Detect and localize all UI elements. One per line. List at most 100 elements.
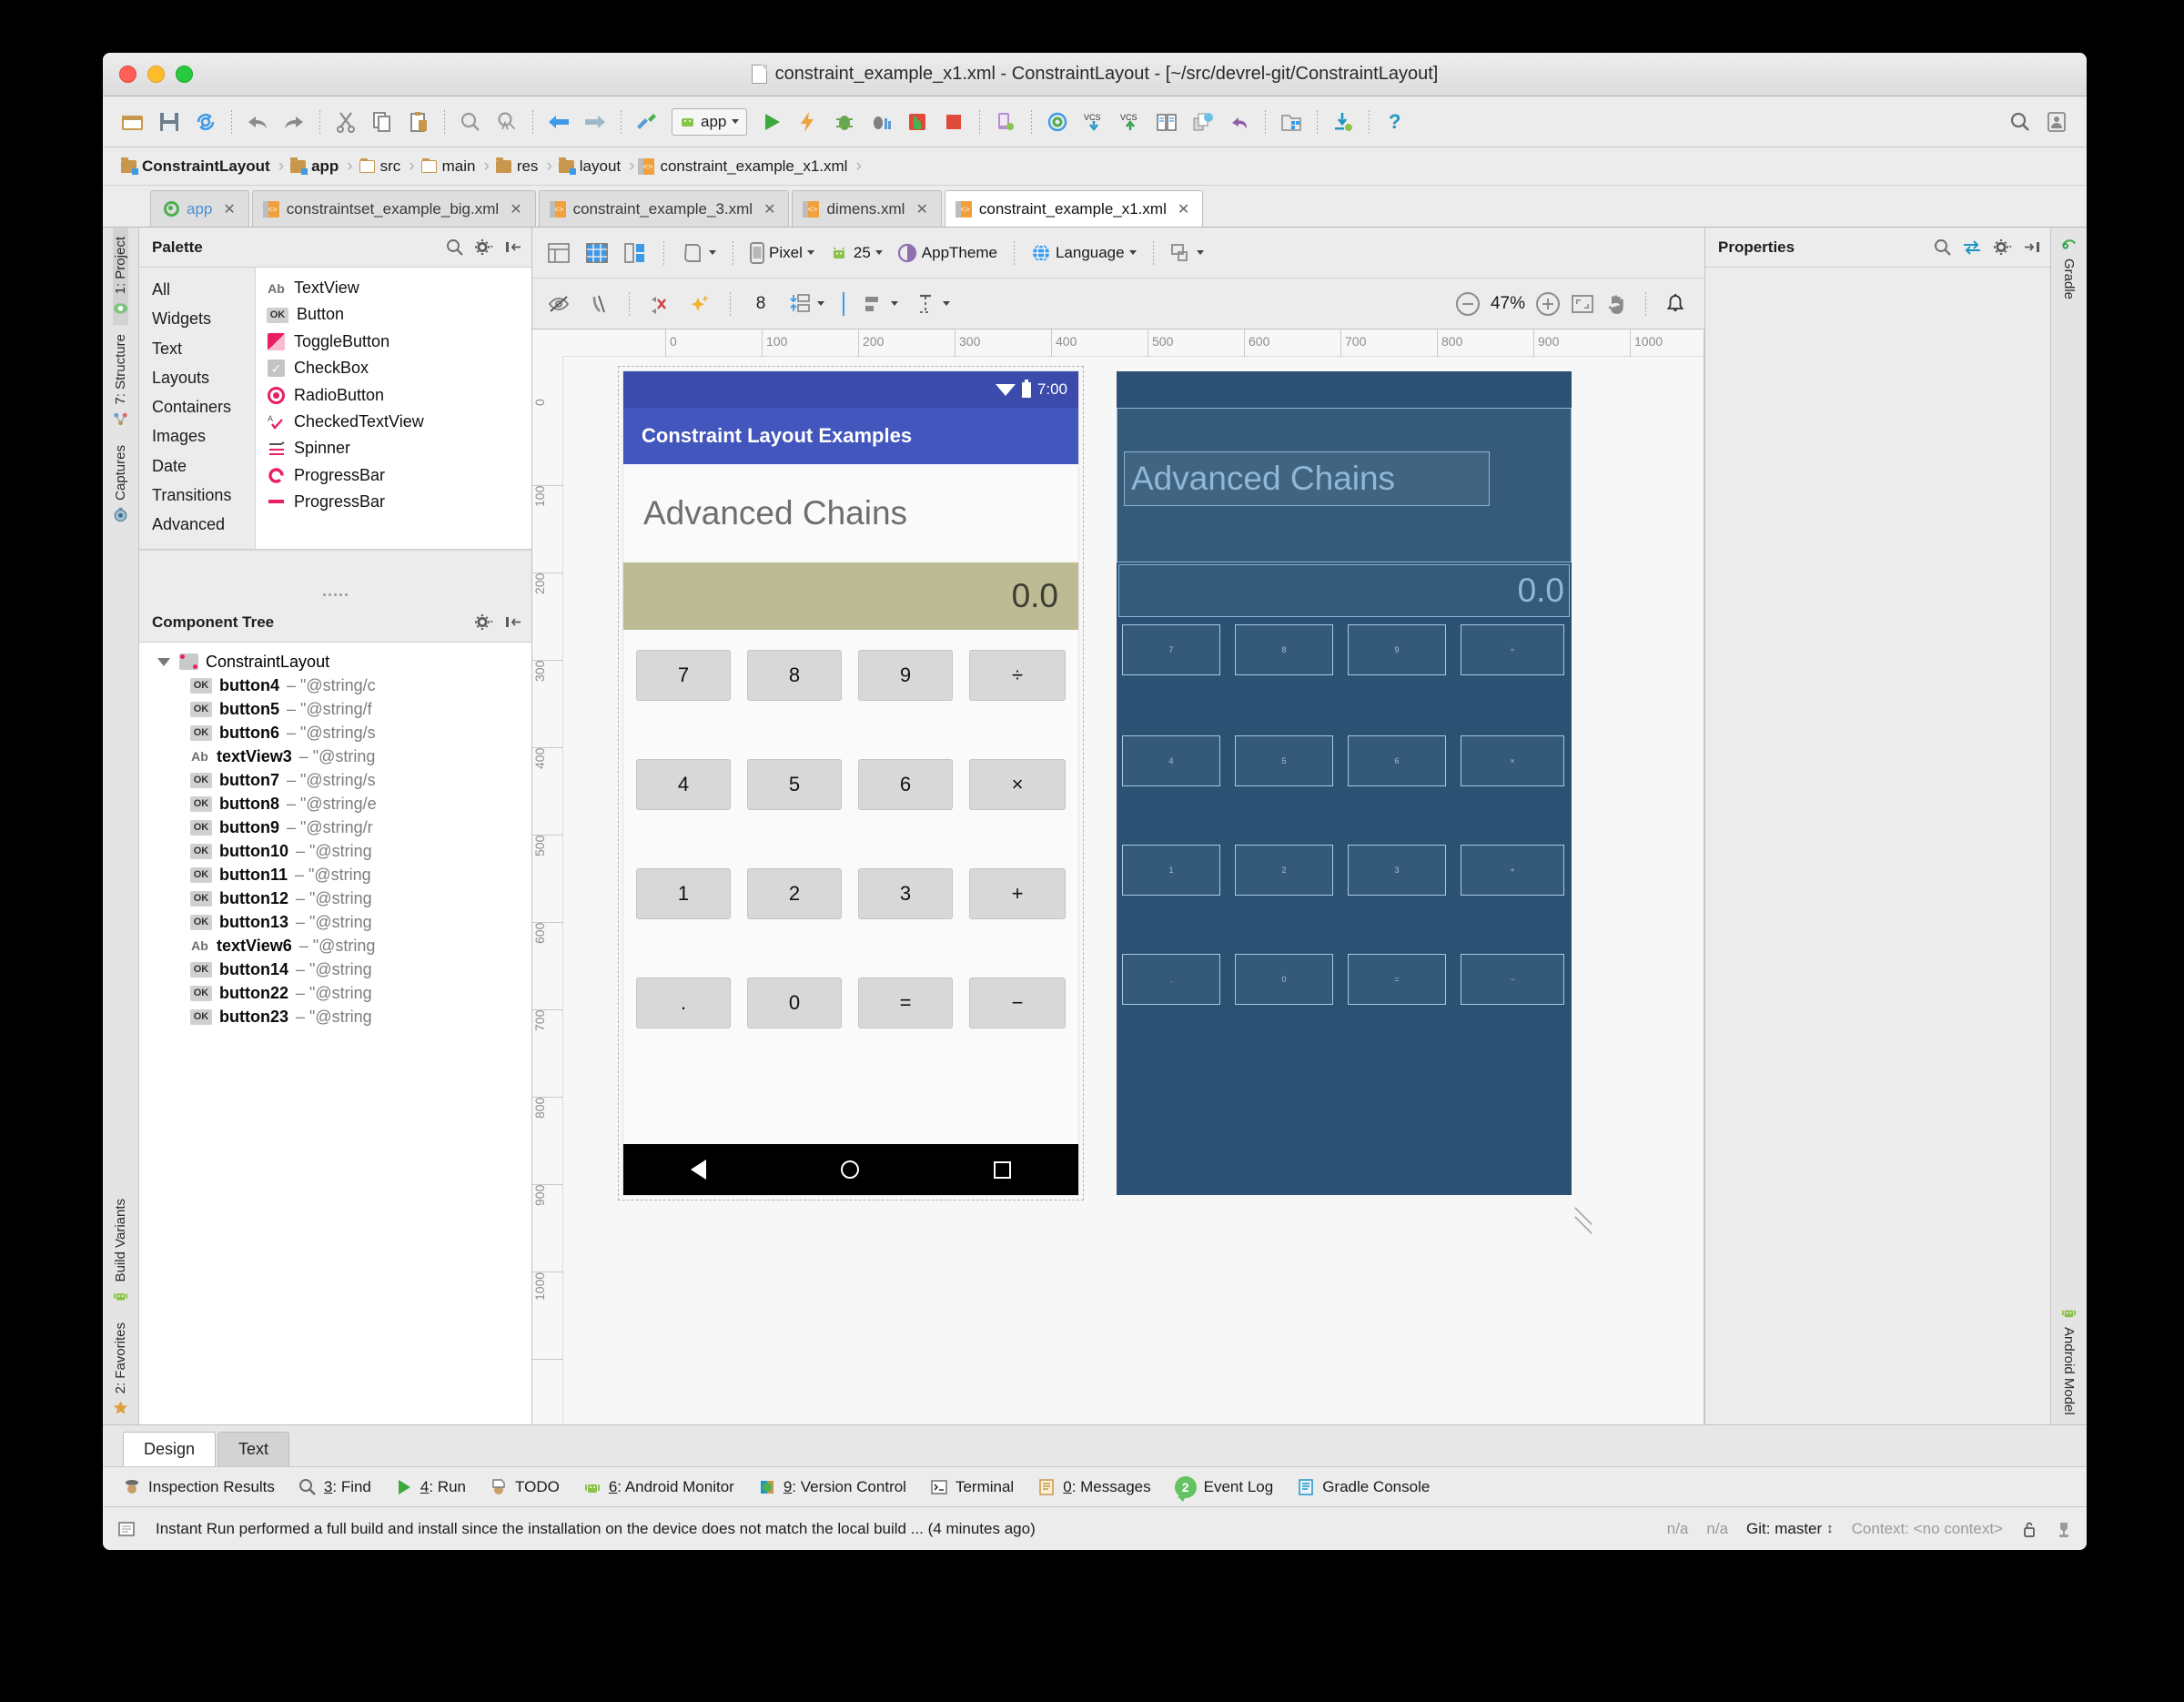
redo-icon[interactable] (277, 105, 311, 139)
both-mode-icon[interactable] (618, 236, 652, 270)
tree-node-textview6[interactable]: AbtextView6– "@string (139, 934, 531, 957)
user-icon[interactable] (2039, 105, 2074, 139)
breadcrumb-item-res[interactable]: res (496, 157, 547, 176)
palette-item-checkedtextview[interactable]: A CheckedTextView (256, 409, 531, 435)
zoom-fit-icon[interactable] (1571, 294, 1594, 314)
palette-category-all[interactable]: All (139, 275, 255, 304)
apply-changes-icon[interactable] (791, 105, 825, 139)
breadcrumb-item-app[interactable]: app (290, 157, 347, 176)
lock-icon[interactable] (2021, 1520, 2037, 1538)
run-icon[interactable] (754, 105, 789, 139)
close-icon[interactable]: ✕ (223, 200, 235, 218)
palette-item-spinner[interactable]: Spinner (256, 435, 531, 461)
tree-node-button10[interactable]: OKbutton10– "@string (139, 839, 531, 863)
sidebar-item-project[interactable]: 1: Project (113, 228, 128, 325)
editor-tab-constraintset-example-big[interactable]: <> constraintset_example_big.xml ✕ (252, 190, 536, 227)
panel-splitter[interactable] (139, 586, 531, 603)
bell-icon[interactable] (1664, 293, 1686, 315)
bp-key-5[interactable]: 5 (1235, 735, 1333, 786)
bp-key-plus[interactable]: + (1461, 845, 1564, 896)
tree-node-button14[interactable]: OKbutton14– "@string (139, 957, 531, 981)
back-icon[interactable] (691, 1160, 706, 1180)
vcs-commit-icon[interactable]: VCS (1113, 105, 1148, 139)
show-constraints-icon[interactable] (581, 287, 616, 321)
api-level-selector[interactable]: 25 (824, 236, 888, 270)
stop-icon[interactable] (936, 105, 971, 139)
vcs-update-icon[interactable]: VCS (1077, 105, 1111, 139)
key-divide[interactable]: ÷ (969, 650, 1066, 701)
close-icon[interactable]: ✕ (763, 200, 775, 218)
key-equals[interactable]: = (858, 978, 953, 1028)
bp-key-equals[interactable]: = (1348, 954, 1446, 1005)
back-icon[interactable] (541, 105, 576, 139)
git-branch-widget[interactable]: Git: master ↕ (1746, 1520, 1834, 1538)
tool-window-event-log[interactable]: 2 Event Log (1175, 1476, 1274, 1498)
orientation-icon[interactable] (675, 236, 722, 270)
collapse-icon[interactable] (505, 239, 522, 255)
bp-key-3[interactable]: 3 (1348, 845, 1446, 896)
zoom-in-icon[interactable] (1536, 292, 1560, 316)
bp-key-8[interactable]: 8 (1235, 624, 1333, 675)
bp-key-1[interactable]: 1 (1122, 845, 1220, 896)
key-0[interactable]: 0 (747, 978, 842, 1028)
revert-icon[interactable] (1222, 105, 1257, 139)
zoom-out-icon[interactable] (1456, 292, 1480, 316)
tree-node-button5[interactable]: OKbutton5– "@string/f (139, 697, 531, 721)
bp-key-0[interactable]: 0 (1235, 954, 1333, 1005)
debug-icon[interactable] (827, 105, 862, 139)
key-1[interactable]: 1 (636, 868, 731, 919)
search-icon[interactable] (446, 238, 463, 256)
editor-tab-app[interactable]: app ✕ (150, 190, 249, 227)
forward-icon[interactable] (578, 105, 612, 139)
save-icon[interactable] (152, 105, 187, 139)
palette-item-togglebutton[interactable]: ToggleButton (256, 329, 531, 355)
pan-hand-icon[interactable] (1605, 293, 1627, 315)
blueprint-mode-icon[interactable] (580, 236, 614, 270)
recents-icon[interactable] (994, 1161, 1011, 1179)
palette-category-text[interactable]: Text (139, 334, 255, 363)
palette-category-transitions[interactable]: Transitions (139, 481, 255, 510)
resize-handle[interactable] (1573, 1203, 1603, 1232)
breadcrumb-item-layout[interactable]: layout (559, 157, 629, 176)
gradle-sync-icon[interactable] (1326, 105, 1360, 139)
copy-icon[interactable] (365, 105, 399, 139)
run-tests-icon[interactable] (900, 105, 935, 139)
palette-item-radiobutton[interactable]: RadioButton (256, 382, 531, 409)
palette-item-button[interactable]: OK Button (256, 301, 531, 328)
breadcrumb-item-file[interactable]: <> constraint_example_x1.xml (641, 157, 855, 176)
bp-key-divide[interactable]: ÷ (1461, 624, 1564, 675)
help-icon[interactable]: ? (1378, 105, 1412, 139)
device-preview[interactable]: 7:00 Constraint Layout Examples Advanced… (623, 371, 1078, 1195)
layout-variants-icon[interactable] (1165, 236, 1209, 270)
cut-icon[interactable] (329, 105, 363, 139)
tree-node-button4[interactable]: OKbutton4– "@string/c (139, 674, 531, 697)
close-icon[interactable]: ✕ (510, 200, 521, 218)
key-8[interactable]: 8 (747, 650, 842, 701)
run-configuration-selector[interactable]: app (672, 108, 747, 136)
palette-item-textview[interactable]: Ab TextView (256, 275, 531, 301)
sidebar-item-build-variants[interactable]: Build Variants (113, 1190, 128, 1312)
palette-item-progressbar[interactable]: ProgressBar (256, 462, 531, 489)
close-icon[interactable]: ✕ (1178, 200, 1189, 218)
bp-key-7[interactable]: 7 (1122, 624, 1220, 675)
guideline-icon[interactable] (909, 287, 956, 321)
gear-icon[interactable] (1993, 238, 2013, 256)
key-3[interactable]: 3 (858, 868, 953, 919)
tool-window-version-control[interactable]: 9: Version Control (758, 1478, 906, 1496)
bp-key-9[interactable]: 9 (1348, 624, 1446, 675)
bp-key-4[interactable]: 4 (1122, 735, 1220, 786)
default-margin-value[interactable]: 8 (743, 287, 778, 321)
tool-window-android-monitor[interactable]: 6: Android Monitor (583, 1478, 734, 1496)
key-7[interactable]: 7 (636, 650, 731, 701)
key-6[interactable]: 6 (858, 759, 953, 810)
sync-icon[interactable] (188, 105, 223, 139)
headline-textview[interactable]: Advanced Chains (623, 464, 1078, 562)
memory-icon[interactable] (2056, 1520, 2072, 1538)
tree-node-button13[interactable]: OKbutton13– "@string (139, 910, 531, 934)
palette-category-date[interactable]: Date (139, 451, 255, 481)
tool-window-find[interactable]: 3: Find (298, 1478, 371, 1496)
bp-key-dot[interactable]: . (1122, 954, 1220, 1005)
bp-key-minus[interactable]: − (1461, 954, 1564, 1005)
palette-category-containers[interactable]: Containers (139, 392, 255, 421)
expand-triangle-icon[interactable] (156, 658, 172, 666)
